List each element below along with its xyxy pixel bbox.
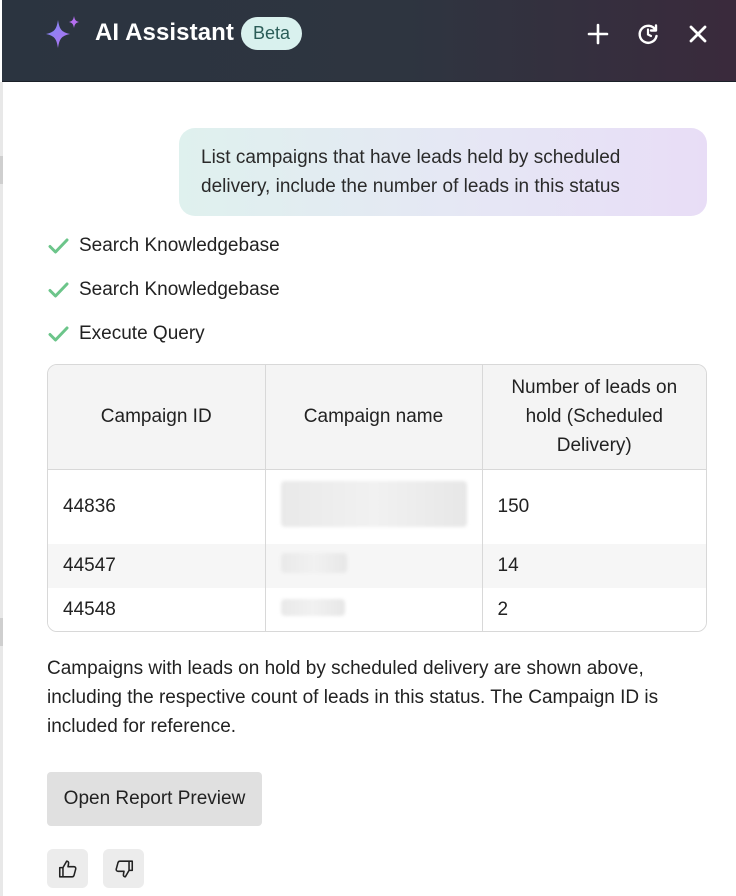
assistant-title: AI Assistant [95, 19, 235, 46]
edge-mark [0, 618, 3, 646]
new-chat-button[interactable] [583, 19, 613, 49]
thumbs-up-icon [58, 859, 77, 878]
checkmark-icon [48, 282, 69, 298]
column-header-campaign-name: Campaign name [265, 365, 483, 470]
cell-campaign-id: 44836 [48, 469, 266, 544]
cell-leads: 2 [482, 588, 706, 631]
thumbs-down-icon [114, 859, 133, 878]
thumbs-down-button[interactable] [103, 849, 144, 888]
edge-mark [0, 156, 3, 184]
cell-leads: 14 [482, 544, 706, 588]
table-row: 44836 150 [48, 469, 706, 544]
results-table: Campaign ID Campaign name Number of lead… [47, 364, 707, 632]
redacted-text [280, 553, 347, 573]
column-header-campaign-id: Campaign ID [48, 365, 266, 470]
sparkle-icon [46, 16, 79, 48]
cell-leads: 150 [482, 469, 706, 544]
cell-campaign-id: 44548 [48, 588, 266, 631]
close-icon [689, 25, 707, 43]
assistant-summary: Campaigns with leads on hold by schedule… [47, 658, 659, 737]
checkmark-icon [48, 238, 69, 254]
history-icon [638, 24, 658, 44]
plus-icon [587, 23, 609, 45]
table-row: 44547 14 [48, 544, 706, 588]
cell-campaign-name [265, 544, 483, 588]
redacted-text [280, 480, 467, 527]
step-label: Search Knowledgebase [79, 235, 280, 256]
history-button[interactable] [633, 19, 663, 49]
step-item: Search Knowledgebase [48, 277, 280, 303]
checkmark-icon [48, 326, 69, 342]
background-panel-edge [0, 82, 3, 896]
open-report-preview-button[interactable]: Open Report Preview [47, 772, 262, 826]
table-header-row: Campaign ID Campaign name Number of lead… [48, 365, 706, 470]
step-item: Execute Query [48, 321, 205, 347]
column-header-leads-on-hold: Number of leads on hold (Scheduled Deliv… [482, 365, 706, 470]
beta-badge: Beta [241, 17, 303, 50]
step-label: Search Knowledgebase [79, 279, 280, 300]
assistant-header: AI Assistant Beta [2, 0, 736, 82]
cell-campaign-id: 44547 [48, 544, 266, 588]
redacted-text [280, 598, 345, 616]
thumbs-up-button[interactable] [47, 849, 88, 888]
close-button[interactable] [683, 19, 713, 49]
user-message-bubble: List campaigns that have leads held by s… [179, 128, 707, 216]
table-row: 44548 2 [48, 588, 706, 631]
cell-campaign-name [265, 588, 483, 631]
step-label: Execute Query [79, 323, 205, 344]
step-item: Search Knowledgebase [48, 233, 280, 259]
cell-campaign-name [265, 469, 483, 544]
